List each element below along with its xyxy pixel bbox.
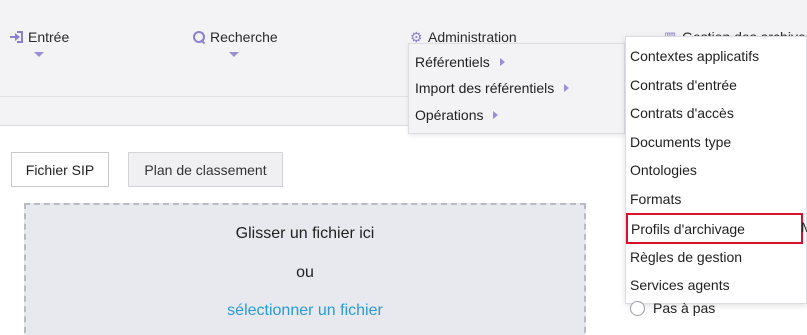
submenu-item-profils-archivage[interactable]: Profils d'archivage — [626, 213, 803, 244]
radio-pas-a-pas[interactable]: Pas à pas — [630, 300, 715, 316]
login-icon — [10, 30, 24, 44]
submenu-item-formats[interactable]: Formats — [630, 186, 800, 212]
submenu-item-documents-type[interactable]: Documents type — [630, 129, 800, 155]
menu-item-operations[interactable]: Opérations — [415, 107, 499, 123]
chevron-right-icon — [493, 111, 499, 119]
nav-recherche[interactable]: Recherche — [192, 27, 278, 47]
tab-plan-classement[interactable]: Plan de classement — [128, 152, 283, 187]
chevron-down-icon[interactable] — [229, 52, 239, 57]
nav-recherche-label: Recherche — [210, 29, 278, 45]
dropzone-instruction: Glisser un fichier ici — [235, 225, 375, 242]
menu-item-label: Opérations — [415, 107, 484, 123]
radio-label: Pas à pas — [653, 300, 716, 316]
gears-icon: ⚙ — [410, 29, 423, 45]
radio-button[interactable] — [630, 300, 645, 316]
clipped-label: M — [801, 219, 807, 235]
tab-fichier-sip[interactable]: Fichier SIP — [11, 152, 109, 187]
nav-entree-label: Entrée — [28, 29, 70, 45]
menu-item-label: Référentiels — [415, 54, 490, 70]
dropzone-or: ou — [296, 264, 314, 281]
submenu-item-ontologies[interactable]: Ontologies — [630, 157, 800, 183]
menu-item-label: Import des référentiels — [415, 80, 555, 96]
menu-item-import-referentiels[interactable]: Import des référentiels — [415, 80, 570, 96]
search-icon — [192, 30, 206, 44]
referentiels-submenu: Contextes applicatifs Contrats d'entrée … — [625, 36, 807, 304]
select-file-link[interactable]: sélectionner un fichier — [26, 302, 584, 320]
chevron-down-icon[interactable] — [34, 52, 44, 57]
chevron-right-icon — [499, 58, 505, 66]
administration-dropdown: Référentiels Import des référentiels Opé… — [408, 43, 625, 134]
file-dropzone[interactable]: Glisser un fichier ici ou sélectionner u… — [24, 203, 586, 335]
submenu-item-contrats-acces[interactable]: Contrats d'accès — [630, 100, 800, 126]
chevron-right-icon — [564, 84, 570, 92]
submenu-item-contrats-entree[interactable]: Contrats d'entrée — [630, 72, 800, 98]
submenu-item-regles-gestion[interactable]: Règles de gestion — [630, 244, 800, 270]
nav-entree[interactable]: Entrée — [10, 27, 69, 47]
menu-item-referentiels[interactable]: Référentiels — [415, 54, 505, 70]
submenu-item-contextes[interactable]: Contextes applicatifs — [630, 43, 800, 69]
submenu-item-services-agents[interactable]: Services agents — [630, 272, 800, 298]
